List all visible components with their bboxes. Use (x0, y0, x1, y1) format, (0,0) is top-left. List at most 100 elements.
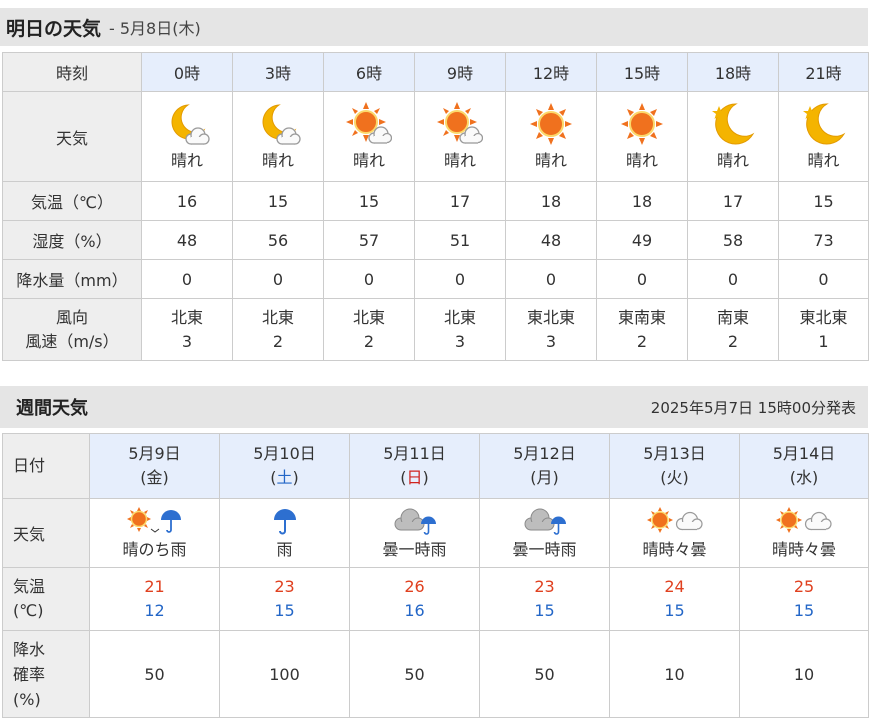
weather-text: 晴時々曇 (642, 539, 707, 559)
time-cell: 0時 (141, 52, 233, 92)
wind-cell: 南東 2 (687, 298, 779, 361)
rain-probability-cell: 50 (479, 630, 610, 718)
hourly-forecast-table: 時刻 0時 3時 6時 9時 12時 15時 18時 21時 天気 晴れ 晴れ (2, 52, 869, 361)
weekly-weather-cell: 晴時々曇 (609, 498, 740, 568)
precipitation-cell: 0 (141, 259, 233, 299)
humidity-row: 湿度（%） 48 56 57 51 48 49 58 73 (2, 220, 869, 260)
precipitation-cell: 0 (778, 259, 869, 299)
weekly-title: 週間天気 (16, 398, 88, 419)
rain-label-line3: (%) (13, 689, 41, 709)
sun-then-rain-icon (126, 506, 181, 533)
weather-cell: 晴れ (414, 91, 506, 182)
umbrella-icon (273, 508, 296, 534)
sun-cloud-icon (437, 102, 483, 144)
humidity-label: 湿度（%） (2, 220, 142, 260)
date-text: 5月10日 (253, 444, 316, 463)
weekly-weather-cell: 曇一時雨 (479, 498, 610, 568)
sunday-char: 日 (406, 468, 423, 487)
temperature-cell: 16 (141, 181, 233, 221)
weather-text: 晴れ (807, 151, 840, 170)
wind-direction: 東南東 (617, 307, 666, 327)
weather-label: 天気 (2, 91, 142, 182)
wind-direction: 北東 (261, 307, 294, 327)
high-temp: 24 (664, 577, 685, 596)
date-cell: 5月11日 (日) (349, 433, 480, 499)
weekday-text: (土) (270, 468, 299, 487)
weekly-weather-label: 天気 (2, 498, 90, 568)
weather-text: 晴れ (625, 151, 658, 170)
time-cell: 3時 (232, 52, 324, 92)
weekday-text: (月) (530, 468, 559, 487)
high-temp: 23 (274, 577, 295, 596)
temperature-cell: 17 (687, 181, 779, 221)
time-cell: 12時 (505, 52, 597, 92)
weather-text: 晴時々曇 (771, 539, 836, 559)
weekday-text: (水) (789, 468, 819, 487)
temperature-cell: 15 (323, 181, 415, 221)
wind-label: 風向 風速（m/s） (2, 298, 142, 361)
weekly-weather-cell: 曇一時雨 (349, 498, 480, 568)
precipitation-cell: 0 (687, 259, 779, 299)
wind-speed: 3 (545, 331, 557, 351)
weekly-forecast-table: 日付 5月9日 (金) 5月10日 (土) 5月11日 (日) 5月12日 (月) 5月… (2, 433, 869, 718)
weather-text: 晴れ (170, 151, 203, 170)
high-temp: 21 (144, 577, 165, 596)
time-row: 時刻 0時 3時 6時 9時 12時 15時 18時 21時 (2, 52, 869, 92)
moon-cloud-icon (262, 104, 301, 145)
wind-cell: 東南東 2 (596, 298, 688, 361)
weather-text: 曇一時雨 (382, 539, 447, 559)
wind-direction: 北東 (352, 307, 385, 327)
weekly-weather-cell: 晴のち雨 (89, 498, 220, 568)
moon-star-icon (802, 103, 845, 145)
precipitation-cell: 0 (596, 259, 688, 299)
weather-text: 晴れ (352, 151, 385, 170)
wind-speed: 2 (363, 331, 375, 351)
tomorrow-date: - 5月8日(木) (109, 19, 201, 38)
date-cell: 5月10日 (土) (219, 433, 350, 499)
wind-direction: 東北東 (526, 307, 575, 327)
wind-direction: 北東 (443, 307, 476, 327)
high-temp: 26 (404, 577, 425, 596)
wind-cell: 北東 2 (232, 298, 324, 361)
cloud-umbrella-icon (394, 508, 436, 535)
weather-text: 雨 (276, 539, 293, 559)
rain-probability-cell: 50 (349, 630, 480, 718)
weather-text: 晴れ (716, 151, 749, 170)
weekly-weather-cell: 晴時々曇 (739, 498, 869, 568)
weekly-header: 週間天気 2025年5月7日 15時00分発表 (0, 386, 868, 428)
wind-direction-label: 風向 (55, 307, 88, 327)
rain-probability-label: 降水 確率 (%) (2, 630, 90, 718)
weekly-weather-cell: 雨 (219, 498, 350, 568)
date-text: 5月12日 (513, 444, 576, 463)
weekday-text: (火) (660, 468, 689, 487)
low-temp: 15 (664, 601, 685, 620)
low-temp: 12 (144, 601, 165, 620)
weekday-text: (日) (400, 468, 429, 487)
humidity-cell: 73 (778, 220, 869, 260)
cloud-umbrella-icon (524, 508, 566, 535)
rain-probability-cell: 10 (739, 630, 869, 718)
date-text: 5月11日 (383, 444, 446, 463)
time-cell: 21時 (778, 52, 869, 92)
date-cell: 5月13日 (火) (609, 433, 740, 499)
moon-cloud-icon (171, 104, 210, 145)
wind-cell: 東北東 3 (505, 298, 597, 361)
wind-row: 風向 風速（m/s） 北東 3 北東 2 北東 2 北東 3 東北東 3 東南東 2 南東 2… (2, 298, 869, 361)
wind-cell: 北東 3 (141, 298, 233, 361)
low-temp: 15 (534, 601, 555, 620)
wind-cell: 東北東 1 (778, 298, 869, 361)
weekly-temperature-cell: 26 16 (349, 567, 480, 631)
humidity-cell: 48 (141, 220, 233, 260)
low-temp: 16 (404, 601, 425, 620)
wind-direction: 東北東 (799, 307, 848, 327)
weather-text: 晴れ (261, 151, 294, 170)
date-text: 5月13日 (643, 444, 706, 463)
date-label: 日付 (2, 433, 90, 499)
weather-cell: 晴れ (141, 91, 233, 182)
date-cell: 5月12日 (月) (479, 433, 610, 499)
wind-direction: 南東 (716, 307, 749, 327)
weekly-temperature-row: 気温 (℃) 21 12 23 15 26 16 23 15 24 15 25 15 (2, 567, 869, 631)
rain-probability-cell: 100 (219, 630, 350, 718)
wind-speed: 3 (181, 331, 193, 351)
precipitation-cell: 0 (232, 259, 324, 299)
